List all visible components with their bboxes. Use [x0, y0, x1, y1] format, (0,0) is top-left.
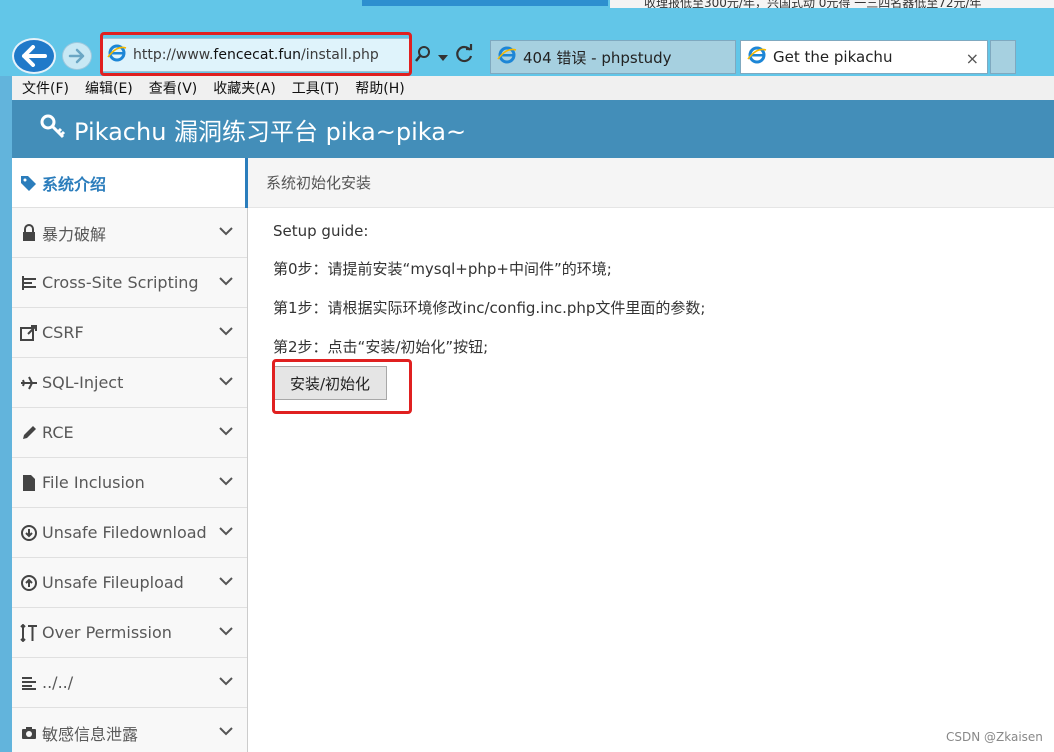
- main-content: 系统初始化安装 Setup guide: 第0步：请提前安装“mysql+php…: [248, 158, 1054, 752]
- button-highlight-box: [272, 359, 412, 414]
- lock-icon: [20, 223, 38, 242]
- sidebar-item-rce[interactable]: RCE: [12, 408, 247, 458]
- chevron-down-icon: [219, 477, 233, 486]
- chevron-down-icon: [219, 277, 233, 286]
- key-icon: [40, 114, 66, 144]
- background-window-fragment: [362, 0, 608, 6]
- chevron-down-icon: [219, 727, 233, 736]
- chevron-down-icon: [219, 427, 233, 436]
- sidebar-item-label: Unsafe Fileupload: [42, 573, 184, 592]
- sidebar-item-label: SQL-Inject: [42, 373, 124, 392]
- sidebar-item-label: 暴力破解: [42, 224, 107, 244]
- page-header: Pikachu 漏洞练习平台 pika~pika~: [12, 100, 1054, 158]
- ie-logo-icon: [747, 45, 767, 69]
- camera-icon: [20, 724, 38, 742]
- chevron-down-icon: [219, 577, 233, 586]
- text-height-icon: [20, 623, 38, 642]
- close-icon[interactable]: ×: [966, 49, 979, 68]
- sidebar-item-system-intro[interactable]: 系统介绍: [12, 158, 248, 208]
- sidebar-item-label: CSRF: [42, 323, 84, 342]
- align-icon: [20, 674, 38, 692]
- chevron-down-icon: [219, 627, 233, 636]
- back-button[interactable]: [12, 38, 58, 74]
- tree-icon: [20, 274, 38, 292]
- menu-view[interactable]: 查看(V): [149, 78, 198, 98]
- refresh-icon[interactable]: [454, 44, 474, 68]
- tab-phpstudy[interactable]: 404 错误 - phpstudy: [490, 40, 736, 74]
- sidebar-item-xss[interactable]: Cross-Site Scripting: [12, 258, 247, 308]
- tab-title: Get the pikachu: [773, 48, 893, 66]
- tab-title: 404 错误 - phpstudy: [523, 48, 672, 67]
- sidebar: 系统介绍 暴力破解 Cross-Site Scripting CSRF SQL-…: [12, 158, 248, 752]
- guide-step-2: 第2步：点击“安装/初始化”按钮;: [273, 338, 489, 356]
- menu-help[interactable]: 帮助(H): [355, 78, 404, 98]
- sidebar-item-label: 敏感信息泄露: [42, 724, 139, 744]
- tag-icon: [20, 174, 38, 192]
- sidebar-item-sql-inject[interactable]: SQL-Inject: [12, 358, 247, 408]
- plane-icon: [20, 374, 38, 392]
- guide-title: Setup guide:: [273, 222, 369, 240]
- chevron-down-icon: [219, 677, 233, 686]
- address-highlight-box: [100, 32, 412, 76]
- forward-button[interactable]: [62, 42, 92, 70]
- web-page: Pikachu 漏洞练习平台 pika~pika~ 系统介绍 暴力破解 Cros…: [12, 100, 1054, 752]
- guide-step-0: 第0步：请提前安装“mysql+php+中间件”的环境;: [273, 260, 612, 278]
- menu-file[interactable]: 文件(F): [22, 78, 69, 98]
- chevron-down-icon: [219, 377, 233, 386]
- background-window-title: 收理报低至300元/年，兴国式动 0元得 一三四名器低至72元/年: [644, 0, 982, 8]
- address-tools: [410, 40, 486, 72]
- sidebar-item-over-permission[interactable]: Over Permission: [12, 608, 247, 658]
- share-icon: [20, 324, 38, 342]
- sidebar-item-unsafe-fileupload[interactable]: Unsafe Fileupload: [12, 558, 247, 608]
- background-window-text: 收理报低至300元/年，兴国式动 0元得 一三四名器低至72元/年: [610, 0, 1054, 8]
- setup-guide: Setup guide: 第0步：请提前安装“mysql+php+中间件”的环境…: [273, 222, 705, 375]
- menu-favorites[interactable]: 收藏夹(A): [213, 78, 276, 98]
- sidebar-item-file-inclusion[interactable]: File Inclusion: [12, 458, 247, 508]
- download-icon: [20, 524, 38, 542]
- new-tab-button[interactable]: [990, 40, 1016, 74]
- sidebar-item-label: 系统介绍: [42, 174, 107, 194]
- sidebar-item-label: ../../: [42, 673, 74, 692]
- chevron-down-icon: [219, 327, 233, 336]
- forward-arrow-icon: [68, 48, 85, 64]
- sidebar-item-label: RCE: [42, 423, 74, 442]
- sidebar-item-info-leak[interactable]: 敏感信息泄露: [12, 708, 247, 752]
- menu-bar: 文件(F) 编辑(E) 查看(V) 收藏夹(A) 工具(T) 帮助(H): [12, 76, 1054, 100]
- chevron-down-icon: [219, 527, 233, 536]
- tab-pikachu[interactable]: Get the pikachu ×: [740, 40, 988, 74]
- menu-tools[interactable]: 工具(T): [292, 78, 339, 98]
- sidebar-item-csrf[interactable]: CSRF: [12, 308, 247, 358]
- ie-logo-icon: [497, 45, 517, 69]
- search-icon[interactable]: [414, 45, 432, 67]
- chevron-down-icon: [219, 227, 233, 236]
- dropdown-arrow-icon[interactable]: [438, 47, 448, 66]
- sidebar-item-label: Over Permission: [42, 623, 172, 642]
- sidebar-item-label: Cross-Site Scripting: [42, 273, 199, 292]
- menu-edit[interactable]: 编辑(E): [85, 78, 133, 98]
- sidebar-item-brute-force[interactable]: 暴力破解: [12, 208, 247, 258]
- sidebar-item-unsafe-filedownload[interactable]: Unsafe Filedownload: [12, 508, 247, 558]
- brand-title[interactable]: Pikachu 漏洞练习平台 pika~pika~: [74, 112, 466, 147]
- watermark: CSDN @Zkaisen: [946, 730, 1043, 744]
- sidebar-item-dir-traversal[interactable]: ../../: [12, 658, 247, 708]
- back-arrow-icon: [12, 38, 56, 74]
- guide-step-1: 第1步：请根据实际环境修改inc/config.inc.php文件里面的参数;: [273, 299, 706, 317]
- upload-icon: [20, 574, 38, 592]
- breadcrumb: 系统初始化安装: [248, 158, 1054, 208]
- breadcrumb-label: 系统初始化安装: [266, 174, 372, 192]
- pencil-icon: [20, 424, 38, 442]
- sidebar-item-label: Unsafe Filedownload: [42, 523, 207, 542]
- window-top-strip: 收理报低至300元/年，兴国式动 0元得 一三四名器低至72元/年: [0, 0, 1054, 36]
- file-icon: [20, 474, 38, 492]
- sidebar-item-label: File Inclusion: [42, 473, 145, 492]
